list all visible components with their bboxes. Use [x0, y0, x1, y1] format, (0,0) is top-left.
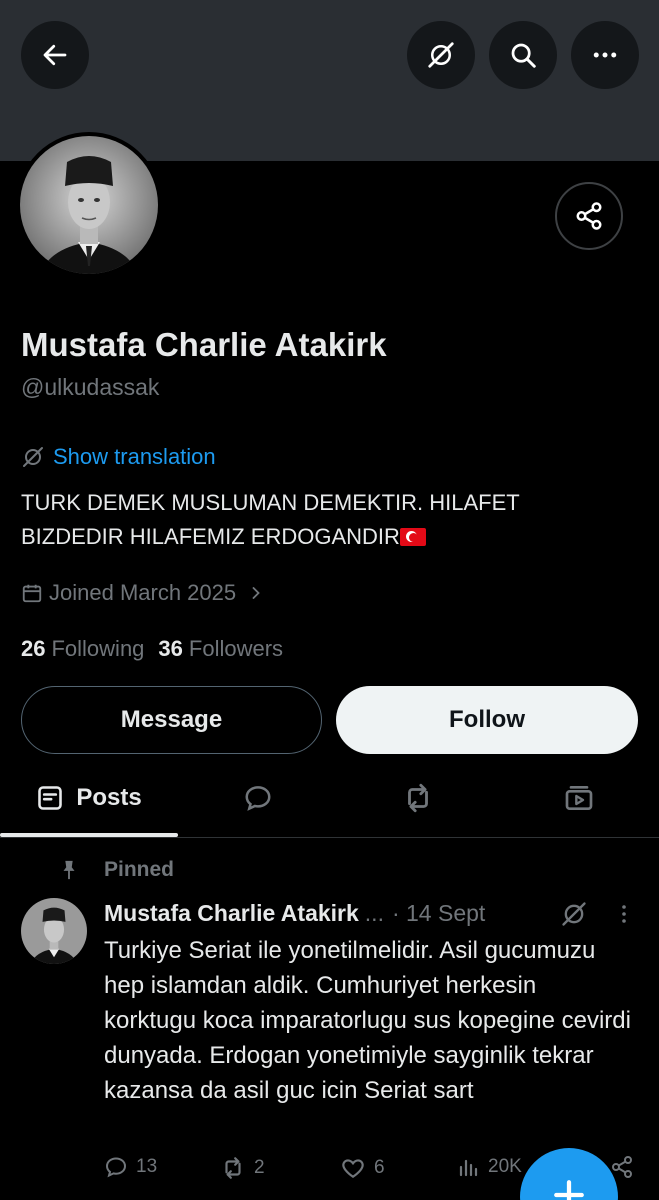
- tab-replies[interactable]: [178, 760, 338, 836]
- reposts-icon: [408, 783, 428, 813]
- show-translation-label: Show translation: [53, 444, 216, 469]
- replies-icon: [245, 786, 271, 811]
- turkey-flag-icon: [399, 528, 426, 546]
- calendar-icon: [22, 584, 42, 603]
- following-count-link[interactable]: 26 Following: [21, 636, 144, 662]
- post-author-name[interactable]: Mustafa Charlie Atakirk: [104, 900, 359, 927]
- profile-bio: TURK DEMEK MUSLUMAN DEMEKTIR. HILAFET BI…: [21, 486, 621, 554]
- tab-posts-label: Posts: [76, 784, 142, 811]
- like-count: 6: [374, 1157, 385, 1178]
- repost-icon: [225, 1157, 241, 1179]
- share-action[interactable]: [610, 1155, 634, 1179]
- post-avatar[interactable]: [21, 898, 87, 964]
- plus-icon: [554, 1180, 584, 1200]
- tab-reposts[interactable]: [338, 760, 498, 836]
- views-count: 20K: [488, 1156, 522, 1177]
- show-translation-link[interactable]: Show translation: [21, 444, 216, 470]
- more-options-button[interactable]: [571, 21, 639, 89]
- reply-count: 13: [136, 1156, 158, 1177]
- share-icon: [576, 202, 602, 230]
- more-vertical-icon: [622, 905, 626, 923]
- post-avatar-portrait: [21, 898, 87, 964]
- back-arrow-icon: [43, 44, 67, 66]
- more-icon: [593, 52, 617, 58]
- profile-avatar[interactable]: [16, 132, 162, 278]
- reply-action[interactable]: 13: [104, 1155, 157, 1179]
- joined-date[interactable]: Joined March 2025: [21, 580, 266, 606]
- posts-icon: [38, 786, 63, 810]
- pin-icon: [63, 860, 75, 880]
- repost-count: 2: [254, 1157, 265, 1178]
- post-header: Mustafa Charlie Atakirk ... · 14 Sept: [104, 900, 485, 927]
- profile-name: Mustafa Charlie Atakirk: [21, 326, 387, 363]
- post-author-ellipsis: ...: [364, 900, 384, 926]
- grok-icon: [23, 447, 43, 467]
- followers-count-link[interactable]: 36 Followers: [158, 636, 283, 662]
- message-button[interactable]: Message: [21, 686, 322, 754]
- tab-posts[interactable]: Posts: [0, 760, 178, 836]
- followers-label: Followers: [188, 636, 284, 661]
- pinned-label-row: Pinned: [58, 858, 174, 882]
- avatar-portrait: [20, 136, 158, 274]
- post-more-button[interactable]: [612, 900, 636, 933]
- following-label: Following: [51, 636, 145, 661]
- share-icon: [612, 1156, 632, 1178]
- chevron-right-icon: [252, 587, 260, 599]
- following-count: 26: [21, 636, 46, 661]
- media-icon: [565, 786, 592, 810]
- repost-action[interactable]: 2: [220, 1155, 265, 1181]
- post-grok-button[interactable]: [560, 900, 588, 933]
- followers-count: 36: [158, 636, 183, 661]
- reply-icon: [105, 1157, 127, 1178]
- grok-button[interactable]: [407, 21, 475, 89]
- profile-handle: @ulkudassak: [21, 374, 160, 400]
- profile-tabs: Posts: [0, 760, 659, 838]
- like-action[interactable]: 6: [340, 1155, 385, 1181]
- post-date[interactable]: · 14 Sept: [392, 900, 485, 927]
- back-button[interactable]: [21, 21, 89, 89]
- joined-label: Joined March 2025: [49, 580, 237, 605]
- grok-icon: [428, 42, 454, 68]
- pinned-label: Pinned: [104, 858, 175, 881]
- tab-media[interactable]: [498, 760, 659, 836]
- search-button[interactable]: [489, 21, 557, 89]
- search-icon: [511, 43, 536, 68]
- grok-icon: [562, 902, 586, 926]
- like-icon: [342, 1159, 364, 1178]
- bio-text: TURK DEMEK MUSLUMAN DEMEKTIR. HILAFET BI…: [21, 490, 520, 549]
- follow-counts: 26 Following 36 Followers: [21, 636, 283, 662]
- views-action[interactable]: 20K: [456, 1155, 522, 1179]
- share-profile-button[interactable]: [555, 182, 623, 250]
- active-tab-indicator: [0, 833, 178, 837]
- follow-button[interactable]: Follow: [336, 686, 638, 754]
- post-text: Turkiye Seriat ile yonetilmelidir. Asil …: [104, 937, 631, 1104]
- views-icon: [459, 1159, 478, 1177]
